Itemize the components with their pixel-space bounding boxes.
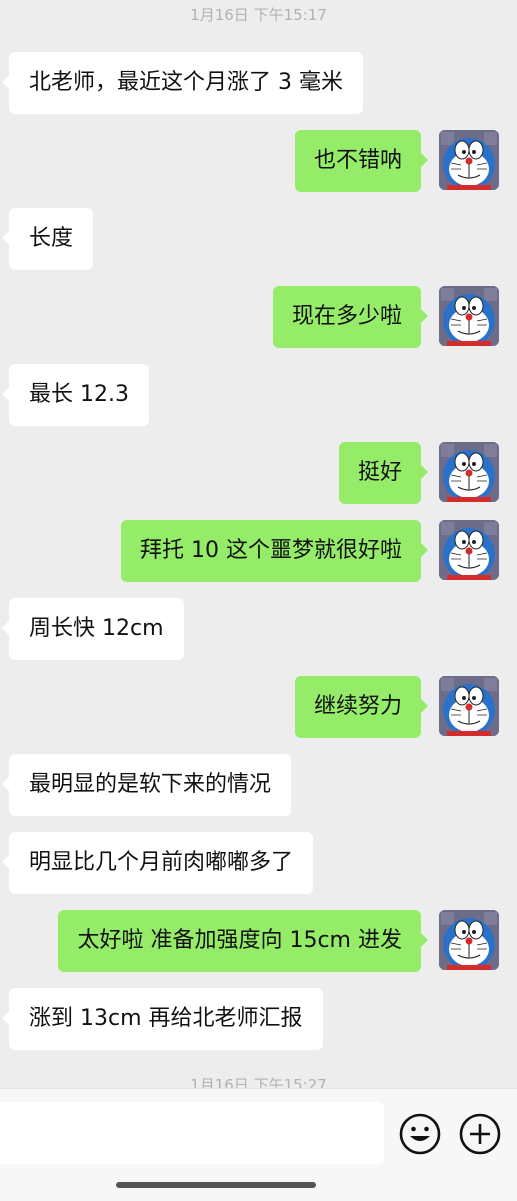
received-message-bubble[interactable]: 最明显的是软下来的情况 (1, 754, 292, 816)
received-message-bubble[interactable]: 明显比几个月前肉嘟嘟多了 (1, 832, 314, 894)
message-row: 周长快 12cm (0, 598, 517, 660)
message-row: 挺好 (0, 442, 517, 504)
message-row: 太好啦 准备加强度向 15cm 进发 (0, 910, 517, 972)
message-row: 北老师，最近这个月涨了 3 毫米 (0, 52, 517, 114)
message-row: 涨到 13cm 再给北老师汇报 (0, 988, 517, 1050)
message-row: 长度 (0, 208, 517, 270)
message-row: 也不错呐 (0, 130, 517, 192)
avatar[interactable] (439, 130, 499, 190)
message-row: 继续努力 (0, 676, 517, 738)
chat-area[interactable]: 1月16日 下午15:17 北老师，最近这个月涨了 3 毫米 也不错呐 长度 现… (0, 0, 517, 1088)
message-row: 现在多少啦 (0, 286, 517, 348)
timestamp: 1月16日 下午15:17 (190, 6, 327, 24)
message-row: 最长 12.3 (0, 364, 517, 426)
message-input[interactable] (0, 1102, 384, 1164)
avatar[interactable] (439, 676, 499, 736)
received-message-bubble[interactable]: 北老师，最近这个月涨了 3 毫米 (2, 52, 363, 114)
avatar[interactable] (439, 910, 499, 970)
home-indicator[interactable] (116, 1182, 316, 1188)
sent-message-bubble[interactable]: 继续努力 (294, 676, 429, 738)
received-message-bubble[interactable]: 长度 (1, 208, 94, 270)
received-message-bubble[interactable]: 最长 12.3 (2, 364, 149, 426)
smiley-icon[interactable] (398, 1112, 442, 1156)
sent-message-bubble[interactable]: 现在多少啦 (272, 286, 429, 348)
sent-message-bubble[interactable]: 拜托 10 这个噩梦就很好啦 (121, 520, 428, 582)
message-row: 最明显的是软下来的情况 (0, 754, 517, 816)
sent-message-bubble[interactable]: 也不错呐 (294, 130, 429, 192)
message-row: 拜托 10 这个噩梦就很好啦 (0, 520, 517, 582)
timestamp: 1月16日 下午15:27 (190, 1076, 327, 1088)
message-row: 明显比几个月前肉嘟嘟多了 (0, 832, 517, 894)
avatar[interactable] (439, 520, 499, 580)
avatar[interactable] (439, 442, 499, 502)
received-message-bubble[interactable]: 涨到 13cm 再给北老师汇报 (2, 988, 323, 1050)
received-message-bubble[interactable]: 周长快 12cm (2, 598, 184, 660)
sent-message-bubble[interactable]: 挺好 (338, 442, 429, 504)
plus-circle-icon[interactable] (458, 1112, 502, 1156)
avatar[interactable] (439, 286, 499, 346)
sent-message-bubble[interactable]: 太好啦 准备加强度向 15cm 进发 (58, 910, 428, 972)
